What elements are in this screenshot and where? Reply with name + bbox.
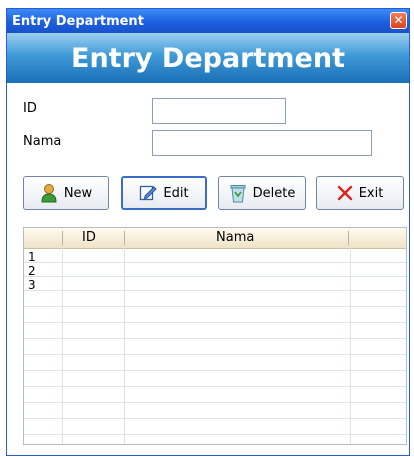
- new-button-label: New: [63, 185, 93, 201]
- grid-col-id[interactable]: ID: [82, 230, 96, 245]
- row-number: 3: [28, 278, 36, 292]
- grid-col-nama[interactable]: Nama: [216, 230, 254, 245]
- edit-button-label: Edit: [163, 185, 189, 201]
- close-button[interactable]: ✕: [390, 12, 407, 29]
- close-icon: ✕: [393, 13, 404, 27]
- edit-button[interactable]: Edit: [121, 176, 207, 210]
- exit-button[interactable]: Exit: [316, 176, 404, 210]
- id-input[interactable]: [152, 98, 286, 124]
- exit-button-label: Exit: [358, 185, 384, 201]
- entry-department-window: Entry Department ✕ Entry Department ID N…: [6, 8, 410, 456]
- user-icon: [41, 184, 57, 203]
- id-label: ID: [23, 101, 37, 116]
- banner-title: Entry Department: [71, 42, 345, 74]
- window-title: Entry Department: [12, 13, 144, 29]
- x-icon: [337, 185, 352, 201]
- new-button[interactable]: New: [23, 176, 109, 210]
- nama-input[interactable]: [152, 130, 372, 156]
- delete-button-label: Delete: [252, 185, 296, 201]
- grid-header: ID Nama: [24, 228, 406, 249]
- title-bar[interactable]: Entry Department ✕: [7, 9, 409, 33]
- nama-label: Nama: [23, 134, 62, 149]
- delete-button[interactable]: Delete: [218, 176, 306, 210]
- department-grid[interactable]: ID Nama 1 2 3: [23, 227, 407, 445]
- header-banner: Entry Department: [7, 33, 409, 83]
- recycle-bin-icon: [230, 185, 246, 203]
- edit-icon: [140, 185, 158, 201]
- row-number: 2: [28, 264, 36, 278]
- row-number: 1: [28, 250, 36, 264]
